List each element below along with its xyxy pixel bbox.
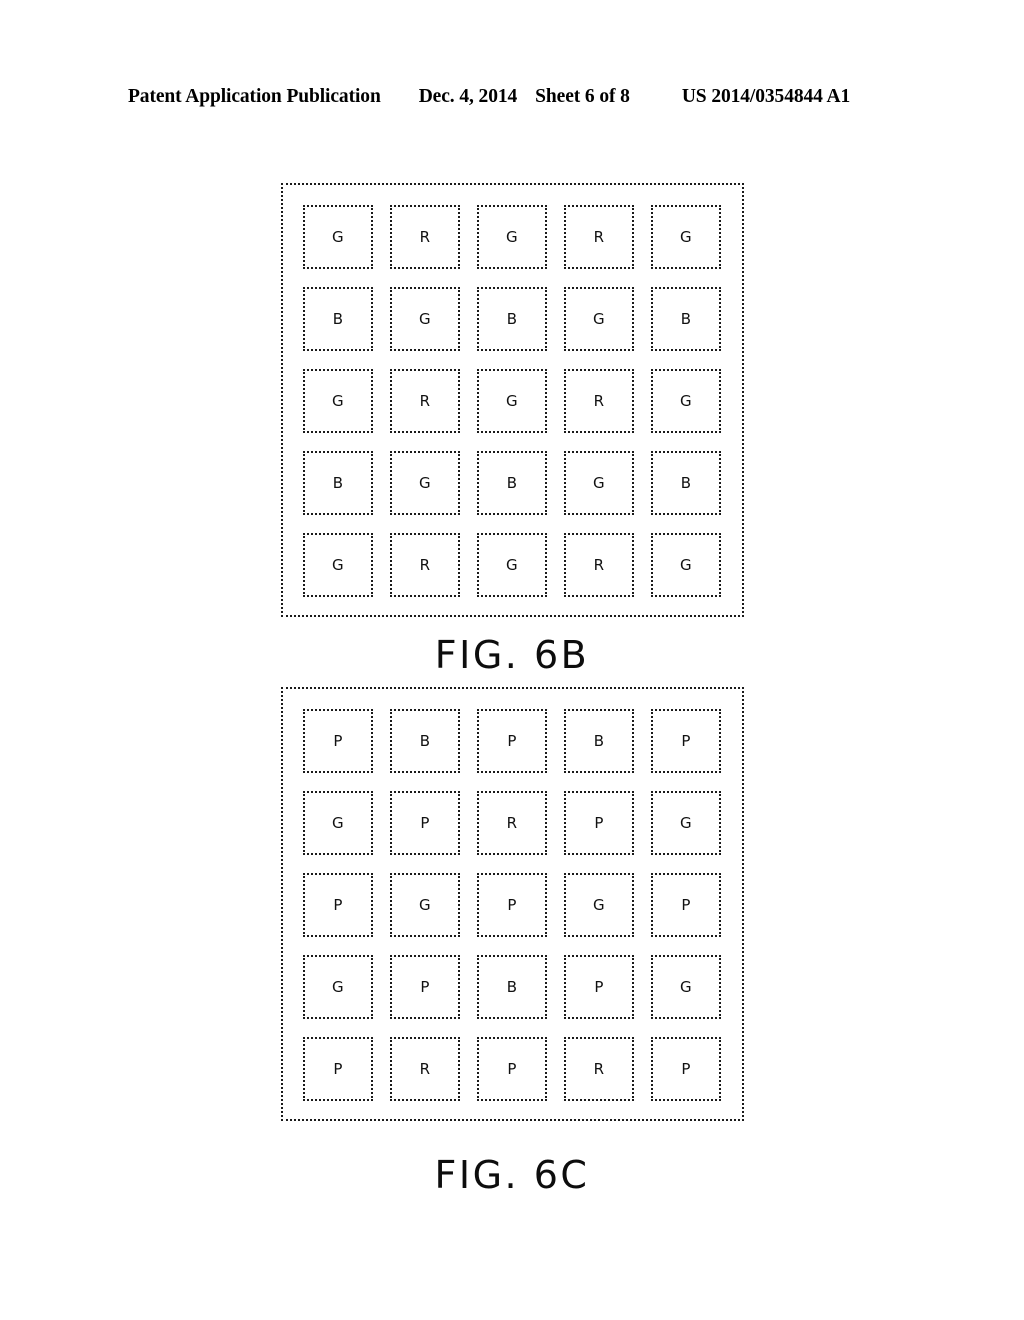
pixel-cell: R bbox=[390, 205, 460, 269]
pixel-cell: G bbox=[651, 955, 721, 1019]
pixel-cell: B bbox=[303, 451, 373, 515]
pixel-cell: R bbox=[477, 791, 547, 855]
pixel-cell: P bbox=[303, 709, 373, 773]
pixel-grid-6b: GRGRGBGBGBGRGRGBGBGBGRGRG bbox=[300, 205, 725, 597]
pixel-cell: R bbox=[564, 205, 634, 269]
pixel-cell: P bbox=[651, 1037, 721, 1101]
pixel-array-boundary-6b: GRGRGBGBGBGRGRGBGBGBGRGRG bbox=[280, 183, 744, 617]
figure-caption-6b: FIG. 6B bbox=[434, 633, 590, 677]
pixel-cell: G bbox=[651, 205, 721, 269]
pixel-cell: B bbox=[303, 287, 373, 351]
pixel-cell: G bbox=[564, 287, 634, 351]
pixel-cell: G bbox=[303, 791, 373, 855]
pixel-cell: G bbox=[564, 451, 634, 515]
figure-caption-6c: FIG. 6C bbox=[434, 1153, 590, 1197]
publication-label: Patent Application Publication bbox=[128, 86, 381, 107]
pixel-cell: G bbox=[390, 287, 460, 351]
publication-date: Dec. 4, 2014 bbox=[418, 86, 518, 107]
pixel-cell: G bbox=[390, 873, 460, 937]
pixel-cell: G bbox=[651, 791, 721, 855]
pixel-cell: G bbox=[303, 955, 373, 1019]
pixel-cell: B bbox=[651, 451, 721, 515]
pixel-cell: P bbox=[564, 955, 634, 1019]
pixel-cell: P bbox=[390, 955, 460, 1019]
pixel-cell: B bbox=[390, 709, 460, 773]
pixel-cell: G bbox=[651, 369, 721, 433]
pixel-cell: P bbox=[477, 709, 547, 773]
publication-number: US 2014/0354844 A1 bbox=[681, 86, 851, 107]
pixel-cell: P bbox=[651, 873, 721, 937]
pixel-cell: P bbox=[390, 791, 460, 855]
pixel-cell: G bbox=[303, 533, 373, 597]
pixel-cell: R bbox=[564, 533, 634, 597]
sheet-number: Sheet 6 of 8 bbox=[535, 86, 630, 107]
pixel-cell: B bbox=[477, 955, 547, 1019]
pixel-cell: P bbox=[477, 873, 547, 937]
pixel-cell: G bbox=[477, 205, 547, 269]
pixel-cell: R bbox=[390, 533, 460, 597]
pixel-cell: P bbox=[303, 1037, 373, 1101]
pixel-cell: G bbox=[477, 369, 547, 433]
pixel-cell: R bbox=[564, 369, 634, 433]
pixel-cell: B bbox=[651, 287, 721, 351]
pixel-grid-6c: PBPBPGPRPGPGPGPGPBPGPRPRP bbox=[300, 709, 725, 1101]
pixel-cell: G bbox=[564, 873, 634, 937]
pixel-cell: B bbox=[477, 287, 547, 351]
pixel-cell: P bbox=[303, 873, 373, 937]
pixel-cell: G bbox=[477, 533, 547, 597]
pixel-cell: G bbox=[651, 533, 721, 597]
pixel-cell: P bbox=[651, 709, 721, 773]
pixel-cell: R bbox=[390, 1037, 460, 1101]
pixel-cell: B bbox=[477, 451, 547, 515]
pixel-cell: G bbox=[390, 451, 460, 515]
figure-6c: PBPBPGPRPGPGPGPGPBPGPRPRP FIG. 6C bbox=[0, 687, 1024, 1197]
pixel-cell: B bbox=[564, 709, 634, 773]
pixel-cell: R bbox=[390, 369, 460, 433]
pixel-cell: P bbox=[477, 1037, 547, 1101]
sheet-header: Patent Application Publication Dec. 4, 2… bbox=[128, 86, 896, 112]
pixel-cell: G bbox=[303, 205, 373, 269]
figure-6b: GRGRGBGBGBGRGRGBGBGBGRGRG FIG. 6B bbox=[0, 183, 1024, 677]
pixel-cell: P bbox=[564, 791, 634, 855]
pixel-cell: G bbox=[303, 369, 373, 433]
pixel-cell: R bbox=[564, 1037, 634, 1101]
pixel-array-boundary-6c: PBPBPGPRPGPGPGPGPBPGPRPRP bbox=[280, 687, 744, 1121]
